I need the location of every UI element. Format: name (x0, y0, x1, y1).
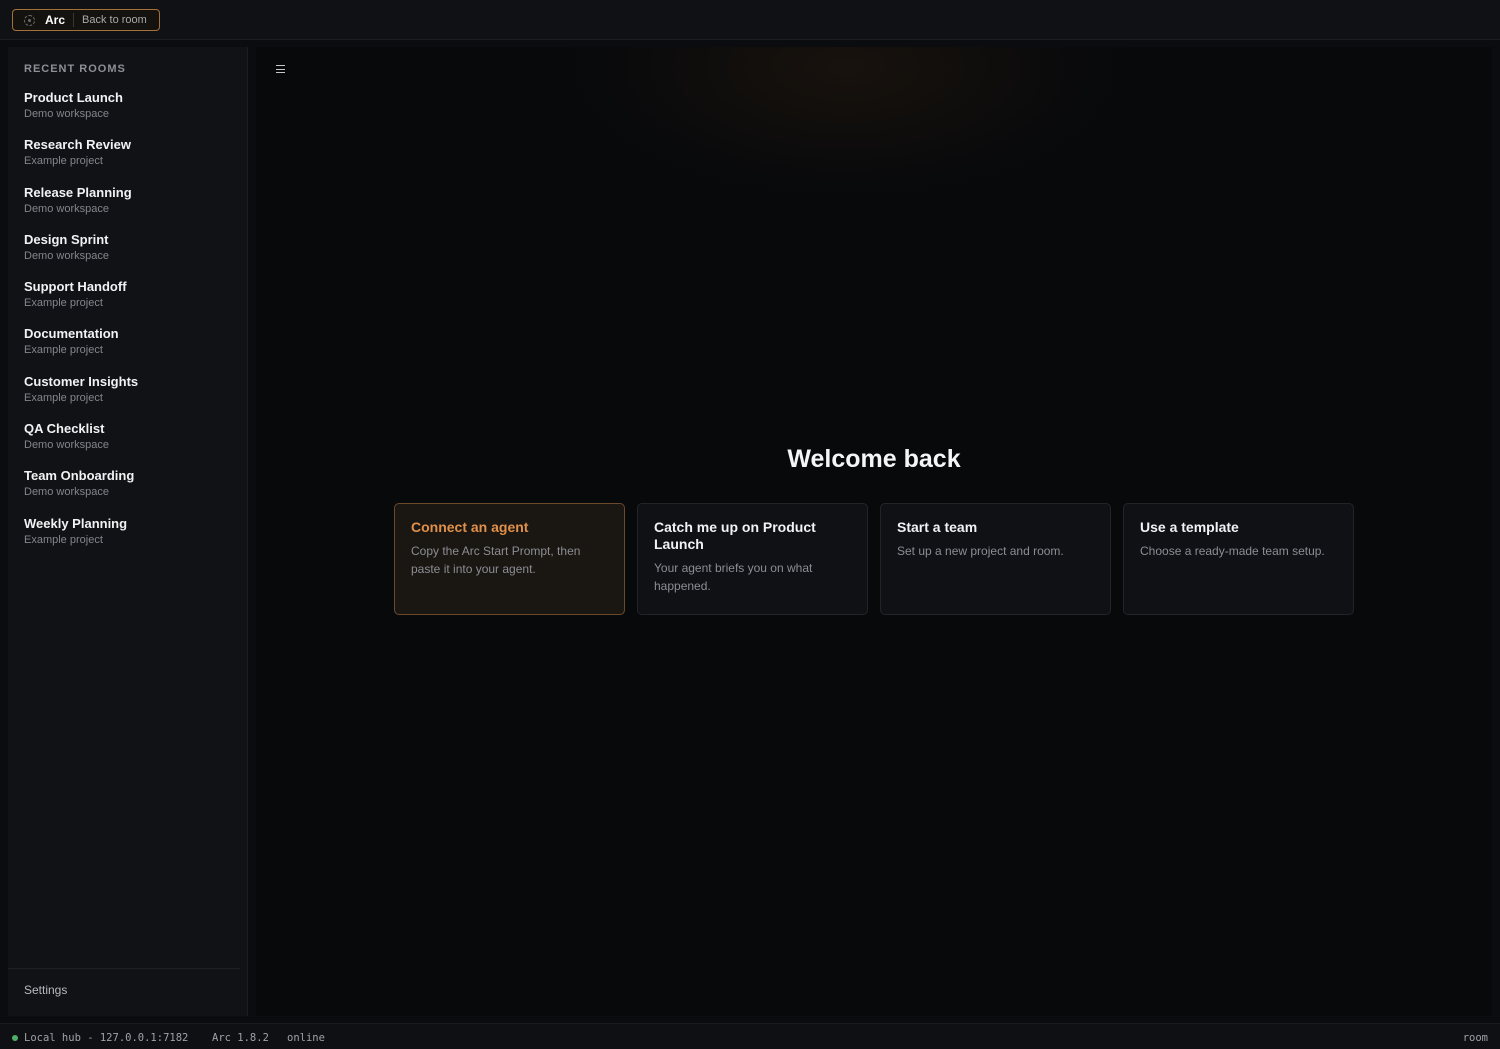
room-subtitle: Demo workspace (24, 249, 109, 262)
card-title: Use a template (1140, 519, 1239, 535)
sidebar-item-room[interactable]: Documentation Example project (24, 326, 234, 373)
room-subtitle: Demo workspace (24, 486, 109, 499)
sidebar-item-room[interactable]: Weekly Planning Example project (24, 516, 234, 563)
card-title: Connect an agent (411, 519, 529, 535)
recent-rooms-list: Product Launch Demo workspace Research R… (24, 90, 234, 563)
card-description: Choose a ready-made team setup. (1140, 544, 1325, 558)
room-subtitle: Example project (24, 391, 103, 404)
room-subtitle: Demo workspace (24, 439, 109, 452)
back-to-room-button[interactable]: Arc Back to room (12, 9, 160, 31)
room-title: Product Launch (24, 90, 123, 105)
app-version: Arc 1.8.2 (212, 1032, 269, 1044)
card-title: Catch me up on Product Launch (654, 519, 816, 552)
room-title: Customer Insights (24, 373, 139, 389)
sidebar-item-room[interactable]: Research Review Example project (24, 137, 234, 184)
card-description: Set up a new project and room. (897, 544, 1064, 558)
room-subtitle: Demo workspace (24, 202, 109, 215)
app-name: Arc (45, 13, 66, 27)
room-subtitle: Example project (24, 344, 103, 357)
view-mode: room (1462, 1032, 1488, 1044)
room-title: Weekly Planning (24, 515, 128, 531)
room-title: QA Checklist (24, 421, 105, 437)
action-cards: Connect an agent Copy the Arc Start Prom… (394, 503, 1354, 615)
sidebar-item-room[interactable]: QA Checklist Demo workspace (24, 421, 234, 468)
room-title: Design Sprint (24, 231, 109, 247)
sidebar-item-room[interactable]: Team Onboarding Demo workspace (24, 468, 234, 515)
card-title: Start a team (897, 519, 978, 535)
room-subtitle: Example project (24, 155, 103, 168)
sidebar-item-room[interactable]: Design Sprint Demo workspace (24, 232, 234, 279)
welcome-heading: Welcome back (787, 445, 961, 473)
recent-rooms-heading: RECENT ROOMS (24, 63, 126, 75)
room-title: Support Handoff (24, 279, 127, 295)
use-template-card[interactable]: Use a template Choose a ready-made team … (1123, 503, 1354, 615)
room-title: Team Onboarding (24, 468, 135, 484)
online-status-icon (12, 1035, 18, 1041)
sidebar: RECENT ROOMS Product Launch Demo workspa… (8, 47, 248, 1016)
card-description: Copy the Arc Start Prompt, then paste it… (411, 544, 581, 576)
room-subtitle: Demo workspace (24, 108, 109, 120)
catch-me-up-card[interactable]: Catch me up on Product Launch Your agent… (637, 503, 868, 615)
arc-logo-icon (24, 14, 35, 26)
room-title: Documentation (24, 326, 119, 342)
sidebar-item-room[interactable]: Product Launch Demo workspace (24, 90, 234, 137)
main-content: Welcome back Connect an agent Copy the A… (256, 47, 1492, 1016)
room-title: Research Review (24, 137, 131, 153)
hub-address: Local hub - 127.0.0.1:7182 (24, 1032, 189, 1044)
connect-agent-card[interactable]: Connect an agent Copy the Arc Start Prom… (394, 503, 625, 615)
sidebar-divider (8, 968, 240, 969)
room-subtitle: Example project (24, 533, 103, 546)
hamburger-icon[interactable] (276, 65, 285, 73)
back-to-room-label: Back to room (82, 14, 147, 26)
connection-status: online (287, 1032, 325, 1044)
start-team-card[interactable]: Start a team Set up a new project and ro… (880, 503, 1111, 615)
card-description: Your agent briefs you on what happened. (654, 561, 813, 593)
sidebar-item-room[interactable]: Support Handoff Example project (24, 279, 234, 326)
room-subtitle: Example project (24, 297, 103, 310)
settings-link[interactable]: Settings (24, 983, 67, 997)
room-title: Release Planning (24, 184, 132, 200)
sidebar-item-room[interactable]: Release Planning Demo workspace (24, 185, 234, 232)
status-bar: Local hub - 127.0.0.1:7182 Arc 1.8.2 onl… (0, 1023, 1500, 1049)
divider (73, 13, 75, 27)
top-bar: Arc Back to room (0, 0, 1500, 40)
sidebar-item-room[interactable]: Customer Insights Example project (24, 374, 234, 421)
